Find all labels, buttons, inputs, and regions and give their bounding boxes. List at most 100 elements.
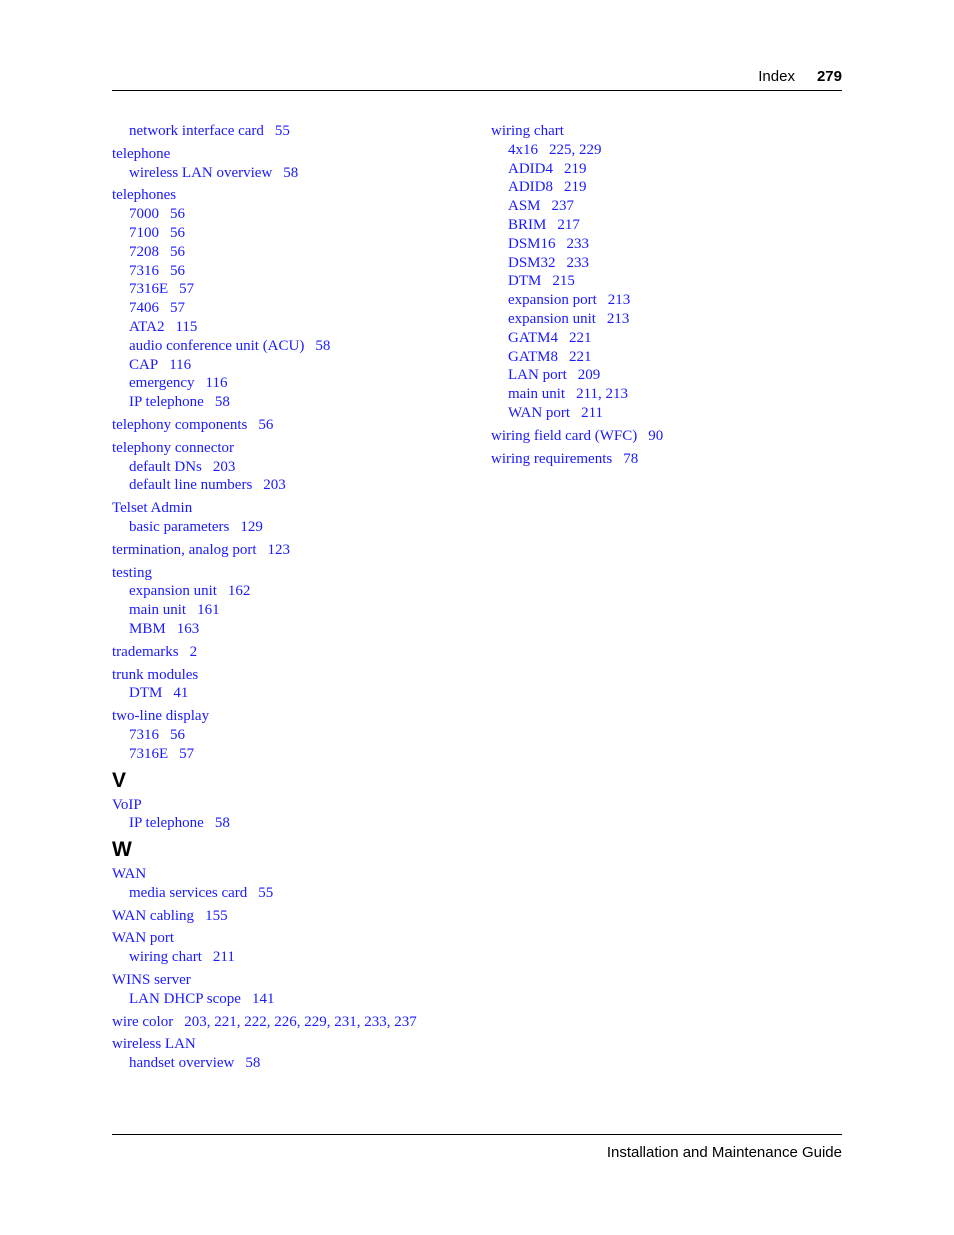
index-page-ref[interactable]: 115 — [175, 319, 197, 335]
index-page-ref[interactable]: 211 — [213, 949, 235, 965]
index-page-ref[interactable]: 213 — [607, 311, 630, 327]
index-subterm-link[interactable]: expansion unit — [508, 311, 596, 327]
index-page-ref[interactable]: 56 — [170, 206, 185, 222]
index-term-link[interactable]: WINS server — [112, 972, 191, 988]
index-subterm-link[interactable]: GATM4 — [508, 330, 558, 346]
index-subterm-link[interactable]: 7100 — [129, 225, 159, 241]
index-term-link[interactable]: telephony connector — [112, 440, 234, 456]
index-page-ref[interactable]: 56 — [258, 417, 273, 433]
index-subterm-link[interactable]: DTM — [508, 273, 541, 289]
index-page-ref[interactable]: 225, 229 — [549, 142, 602, 158]
index-subterm-link[interactable]: MBM — [129, 621, 166, 637]
index-page-ref[interactable]: 163 — [177, 621, 200, 637]
index-page-ref[interactable]: 116 — [169, 357, 191, 373]
index-page-ref[interactable]: 203 — [263, 477, 286, 493]
index-subterm-link[interactable]: 7316 — [129, 727, 159, 743]
index-subterm-link[interactable]: basic parameters — [129, 519, 229, 535]
index-term-link[interactable]: wireless LAN — [112, 1036, 196, 1052]
index-term-link[interactable]: termination, analog port — [112, 542, 257, 558]
index-subterm-link[interactable]: BRIM — [508, 217, 546, 233]
index-page-ref[interactable]: 55 — [275, 123, 290, 139]
index-page-ref[interactable]: 58 — [215, 815, 230, 831]
index-subterm-link[interactable]: audio conference unit (ACU) — [129, 338, 304, 354]
index-term-link[interactable]: wiring chart — [491, 123, 564, 139]
index-page-ref[interactable]: 78 — [623, 451, 638, 467]
index-subterm-link[interactable]: 7208 — [129, 244, 159, 260]
index-page-ref[interactable]: 41 — [173, 685, 188, 701]
index-page-ref[interactable]: 57 — [179, 746, 194, 762]
index-term-link[interactable]: telephony components — [112, 417, 247, 433]
index-subterm-link[interactable]: 7316E — [129, 281, 168, 297]
index-page-ref[interactable]: 213 — [608, 292, 631, 308]
index-subterm-link[interactable]: LAN DHCP scope — [129, 991, 241, 1007]
index-page-ref[interactable]: 58 — [283, 165, 298, 181]
index-page-ref[interactable]: 56 — [170, 727, 185, 743]
index-page-ref[interactable]: 219 — [564, 161, 587, 177]
index-subterm-link[interactable]: WAN port — [508, 405, 570, 421]
index-page-ref[interactable]: 209 — [578, 367, 601, 383]
index-page-ref[interactable]: 2 — [190, 644, 198, 660]
index-subterm-link[interactable]: default line numbers — [129, 477, 252, 493]
index-term-link[interactable]: VoIP — [112, 797, 142, 813]
index-page-ref[interactable]: 203, 221, 222, 226, 229, 231, 233, 237 — [184, 1014, 417, 1030]
index-subterm-link[interactable]: wireless LAN overview — [129, 165, 272, 181]
index-page-ref[interactable]: 58 — [215, 394, 230, 410]
index-term-link[interactable]: trademarks — [112, 644, 179, 660]
index-subterm-link[interactable]: 7316E — [129, 746, 168, 762]
index-subterm-link[interactable]: 7316 — [129, 263, 159, 279]
index-subterm-link[interactable]: main unit — [129, 602, 186, 618]
index-page-ref[interactable]: 123 — [268, 542, 291, 558]
index-subterm-link[interactable]: DSM32 — [508, 255, 556, 271]
index-term-link[interactable]: Telset Admin — [112, 500, 192, 516]
index-page-ref[interactable]: 56 — [170, 263, 185, 279]
index-page-ref[interactable]: 90 — [648, 428, 663, 444]
index-page-ref[interactable]: 215 — [552, 273, 575, 289]
index-page-ref[interactable]: 55 — [258, 885, 273, 901]
index-term-link[interactable]: trunk modules — [112, 667, 198, 683]
index-page-ref[interactable]: 233 — [567, 255, 590, 271]
index-subterm-link[interactable]: IP telephone — [129, 394, 204, 410]
index-subterm-link[interactable]: GATM8 — [508, 349, 558, 365]
index-page-ref[interactable]: 162 — [228, 583, 251, 599]
index-term-link[interactable]: testing — [112, 565, 152, 581]
index-subterm-link[interactable]: LAN port — [508, 367, 567, 383]
index-page-ref[interactable]: 155 — [205, 908, 228, 924]
index-page-ref[interactable]: 116 — [206, 375, 228, 391]
index-subterm-link[interactable]: 7406 — [129, 300, 159, 316]
index-subterm-link[interactable]: expansion port — [508, 292, 597, 308]
index-term-link[interactable]: wire color — [112, 1014, 173, 1030]
index-page-ref[interactable]: 211, 213 — [576, 386, 628, 402]
index-page-ref[interactable]: 141 — [252, 991, 275, 1007]
index-subterm-link[interactable]: emergency — [129, 375, 195, 391]
index-page-ref[interactable]: 203 — [213, 459, 236, 475]
index-subterm-link[interactable]: ATA2 — [129, 319, 164, 335]
index-page-ref[interactable]: 58 — [315, 338, 330, 354]
index-subterm-link[interactable]: 4x16 — [508, 142, 538, 158]
index-subterm-link[interactable]: ASM — [508, 198, 541, 214]
index-page-ref[interactable]: 56 — [170, 225, 185, 241]
index-page-ref[interactable]: 219 — [564, 179, 587, 195]
index-subterm-link[interactable]: ADID4 — [508, 161, 553, 177]
index-subterm-link[interactable]: network interface card — [129, 123, 264, 139]
index-page-ref[interactable]: 56 — [170, 244, 185, 260]
index-term-link[interactable]: wiring field card (WFC) — [491, 428, 637, 444]
index-term-link[interactable]: WAN — [112, 866, 146, 882]
index-page-ref[interactable]: 161 — [197, 602, 220, 618]
index-subterm-link[interactable]: default DNs — [129, 459, 202, 475]
index-term-link[interactable]: WAN port — [112, 930, 174, 946]
index-page-ref[interactable]: 237 — [552, 198, 575, 214]
index-subterm-link[interactable]: CAP — [129, 357, 158, 373]
index-term-link[interactable]: telephone — [112, 146, 170, 162]
index-term-link[interactable]: two-line display — [112, 708, 209, 724]
index-subterm-link[interactable]: main unit — [508, 386, 565, 402]
index-subterm-link[interactable]: expansion unit — [129, 583, 217, 599]
index-term-link[interactable]: telephones — [112, 187, 176, 203]
index-term-link[interactable]: WAN cabling — [112, 908, 194, 924]
index-page-ref[interactable]: 58 — [245, 1055, 260, 1071]
index-term-link[interactable]: wiring requirements — [491, 451, 612, 467]
index-subterm-link[interactable]: handset overview — [129, 1055, 234, 1071]
index-page-ref[interactable]: 221 — [569, 330, 592, 346]
index-page-ref[interactable]: 57 — [170, 300, 185, 316]
index-subterm-link[interactable]: media services card — [129, 885, 247, 901]
index-subterm-link[interactable]: 7000 — [129, 206, 159, 222]
